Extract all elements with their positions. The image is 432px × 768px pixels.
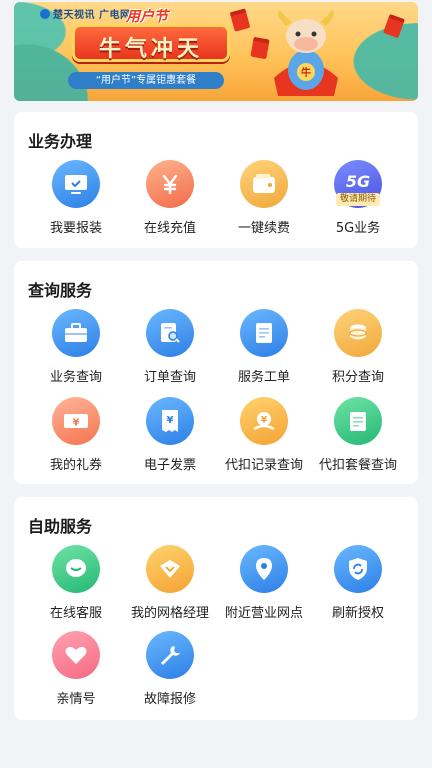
heart-icon xyxy=(52,631,100,679)
festival-logo: 用户节 xyxy=(126,9,168,25)
item-deduct-package[interactable]: 代扣套餐查询 xyxy=(310,397,406,473)
item-service-ticket[interactable]: 服务工单 xyxy=(216,309,312,385)
banner-ribbon: “用户节”专属钜惠套餐 xyxy=(68,72,224,89)
item-deduct-record[interactable]: ¥ 代扣记录查询 xyxy=(216,397,312,473)
wallet-icon xyxy=(240,160,288,208)
deduct-record-icon: ¥ xyxy=(240,397,288,445)
item-label: 故障报修 xyxy=(143,692,196,707)
wrench-icon xyxy=(146,631,194,679)
item-renew[interactable]: 一键续费 xyxy=(216,160,312,236)
item-label: 5G业务 xyxy=(335,221,381,236)
promo-banner[interactable]: 楚天视讯 广电网络 用户节 牛气冲天 “用户节”专属钜惠套餐 牛 xyxy=(14,2,418,101)
location-icon xyxy=(240,545,288,593)
briefcase-icon xyxy=(52,309,100,357)
headline-board: 牛气冲天 xyxy=(72,24,230,62)
item-e-invoice[interactable]: ¥ 电子发票 xyxy=(122,397,218,473)
manager-icon xyxy=(146,545,194,593)
yuan-icon xyxy=(146,160,194,208)
section-query: 查询服务 业务查询 订单查询 服务工单 积分查询 ¥ 我的礼券 ¥ 电子发票 ¥… xyxy=(14,261,418,484)
coupon-icon: ¥ xyxy=(52,397,100,445)
item-business-query[interactable]: 业务查询 xyxy=(28,309,124,385)
item-fault-repair[interactable]: 故障报修 xyxy=(122,631,218,707)
chat-icon xyxy=(52,545,100,593)
item-5g[interactable]: 5G 敬请期待 5G业务 xyxy=(310,160,406,236)
section-self-service: 自助服务 在线客服 我的网格经理 附近营业网点 刷新授权 亲情号 故障报修 xyxy=(14,497,418,720)
item-label: 附近营业网点 xyxy=(224,606,303,621)
item-label: 代扣套餐查询 xyxy=(318,458,397,473)
tv-icon xyxy=(52,160,100,208)
item-order-query[interactable]: 订单查询 xyxy=(122,309,218,385)
coming-soon-badge: 敬请期待 xyxy=(335,193,381,206)
invoice-icon-text: ¥ xyxy=(167,415,174,426)
5g-icon: 5G 敬请期待 xyxy=(334,160,382,208)
item-online-support[interactable]: 在线客服 xyxy=(28,545,124,621)
item-label: 亲情号 xyxy=(56,692,96,707)
ox-badge-text: 牛 xyxy=(301,66,311,79)
5g-icon-text: 5G xyxy=(345,171,371,191)
item-my-coupons[interactable]: ¥ 我的礼券 xyxy=(28,397,124,473)
item-recharge[interactable]: 在线充值 xyxy=(122,160,218,236)
item-label: 我的网格经理 xyxy=(130,606,209,621)
item-label: 我要报装 xyxy=(49,221,102,236)
item-label: 订单查询 xyxy=(143,370,196,385)
item-label: 刷新授权 xyxy=(331,606,384,621)
ox-mascot-icon: 牛 xyxy=(274,10,338,96)
document-icon xyxy=(240,309,288,357)
deduct-icon-text: ¥ xyxy=(261,416,268,426)
item-label: 代扣记录查询 xyxy=(224,458,303,473)
item-refresh-auth[interactable]: 刷新授权 xyxy=(310,545,406,621)
item-label: 积分查询 xyxy=(331,370,384,385)
item-label: 业务查询 xyxy=(49,370,102,385)
refresh-shield-icon xyxy=(334,545,382,593)
section-title: 查询服务 xyxy=(28,281,93,300)
coupon-icon-text: ¥ xyxy=(73,418,80,429)
item-label: 在线客服 xyxy=(49,606,102,621)
item-install[interactable]: 我要报装 xyxy=(28,160,124,236)
section-title: 业务办理 xyxy=(28,132,93,151)
invoice-icon: ¥ xyxy=(146,397,194,445)
deduct-package-icon xyxy=(334,397,382,445)
item-label: 电子发票 xyxy=(143,458,196,473)
item-label: 服务工单 xyxy=(237,370,290,385)
section-title: 自助服务 xyxy=(28,517,93,536)
red-envelope-icon xyxy=(229,8,251,32)
banner-headline: 牛气冲天 xyxy=(98,37,203,62)
item-label: 我的礼券 xyxy=(49,458,102,473)
item-label: 一键续费 xyxy=(237,221,290,236)
item-label: 在线充值 xyxy=(143,221,196,236)
item-points-query[interactable]: 积分查询 xyxy=(310,309,406,385)
order-search-icon xyxy=(146,309,194,357)
item-family-number[interactable]: 亲情号 xyxy=(28,631,124,707)
section-business: 业务办理 我要报装 在线充值 一键续费 5G 敬请期待 5G业务 xyxy=(14,112,418,248)
points-icon xyxy=(334,309,382,357)
item-grid-manager[interactable]: 我的网格经理 xyxy=(122,545,218,621)
item-nearby-outlets[interactable]: 附近营业网点 xyxy=(216,545,312,621)
